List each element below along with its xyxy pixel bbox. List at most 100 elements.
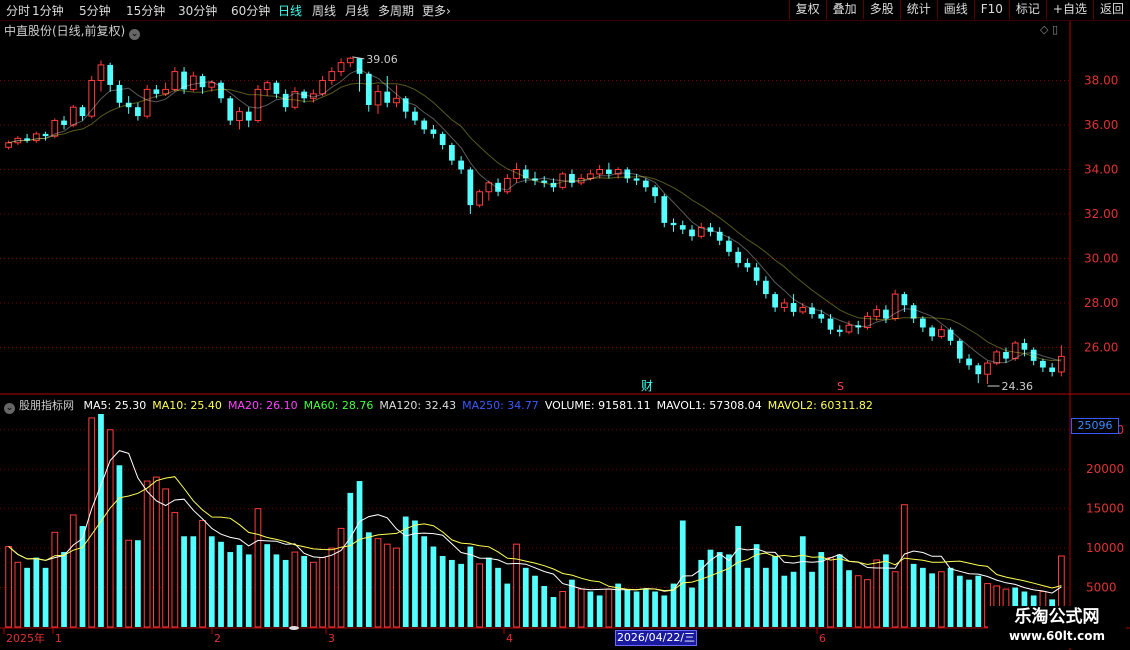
multi-stock-button[interactable]: 多股 xyxy=(862,0,900,19)
candle-body xyxy=(993,351,1001,364)
period-tab-30min[interactable]: 30分钟 xyxy=(178,2,217,19)
volume-bar xyxy=(467,546,474,627)
diamond-icon[interactable]: ◇ xyxy=(1040,23,1048,36)
volume-bar xyxy=(633,591,640,627)
dropdown-icon[interactable]: ⌄ xyxy=(129,29,141,40)
volume-bar xyxy=(809,571,815,627)
candle-body xyxy=(319,80,326,95)
volume-bar xyxy=(282,559,289,627)
more-label: 更多 xyxy=(422,4,447,18)
watermark: 乐淘公式网 www.60lt.com xyxy=(988,606,1126,648)
mark-button[interactable]: 标记 xyxy=(1008,0,1046,19)
candle-body xyxy=(171,71,179,90)
candle-body xyxy=(5,142,12,148)
candle-body xyxy=(208,82,216,88)
candle-body xyxy=(606,169,612,174)
volume-bar xyxy=(827,557,834,628)
stats-button[interactable]: 统计 xyxy=(899,0,937,19)
volume-bar xyxy=(393,547,400,628)
period-tab-1min[interactable]: 1分钟 xyxy=(32,2,64,19)
back-button[interactable]: 返回 xyxy=(1092,0,1130,19)
volume-bar xyxy=(33,557,40,627)
indicator-value-5: MA250: 34.77 xyxy=(462,399,539,412)
period-tab-weekly[interactable]: 周线 xyxy=(312,2,336,19)
period-tab-fenshi[interactable]: 分时 xyxy=(6,2,30,19)
candle-body xyxy=(799,306,807,313)
indicator-value-3: MA60: 28.76 xyxy=(303,399,374,412)
period-tab-more[interactable]: 更多› xyxy=(422,2,451,19)
candle-body xyxy=(670,222,677,226)
candle-body xyxy=(1030,349,1037,361)
candle-body xyxy=(596,169,604,175)
date-tick-label: 4 xyxy=(506,632,513,645)
draw-line-button[interactable]: 画线 xyxy=(936,0,974,19)
candle-body xyxy=(753,267,760,281)
candle-body xyxy=(458,160,464,170)
volume-bar xyxy=(698,559,705,627)
indicator-value-0: MA5: 25.30 xyxy=(83,399,147,412)
candle-body xyxy=(476,191,483,206)
indicator-items: MA5: 25.30 MA10: 25.40 MA20: 26.10 MA60: 28… xyxy=(84,399,879,412)
volume-bar xyxy=(264,544,271,627)
panel-toggle-icon[interactable]: ▯ xyxy=(1052,23,1058,36)
overlay-button[interactable]: 叠加 xyxy=(825,0,863,19)
candle-body xyxy=(1003,351,1009,359)
volume-tick-label: 5000 xyxy=(1086,581,1117,595)
volume-bar xyxy=(218,541,224,627)
volume-bar xyxy=(975,575,982,627)
period-tab-multi[interactable]: 多周期 xyxy=(378,2,414,19)
volume-bar xyxy=(532,575,538,627)
indicator-dropdown-icon[interactable]: ⌄ xyxy=(4,403,15,414)
volume-bar xyxy=(153,476,160,628)
period-tab-daily[interactable]: 日线 xyxy=(278,2,302,19)
indicator-value-6: VOLUME: 91581.11 xyxy=(544,399,651,412)
volume-bar xyxy=(421,536,428,627)
volume-bar xyxy=(596,595,603,627)
candle-body xyxy=(107,64,114,85)
candle-body xyxy=(467,169,474,206)
indicator-name[interactable]: 股朋指标网 xyxy=(19,399,74,412)
candle-body xyxy=(790,303,797,312)
volume-bar xyxy=(310,561,317,628)
volume-bar xyxy=(744,567,751,627)
candle-body xyxy=(587,173,594,179)
candle-body xyxy=(1040,360,1046,368)
volume-bar xyxy=(753,544,760,627)
corner-icons: ◇ ▯ xyxy=(1040,23,1058,36)
volume-bar xyxy=(319,557,326,628)
price-ma-line-MA10 xyxy=(8,82,1062,362)
period-tab-5min[interactable]: 5分钟 xyxy=(79,2,111,19)
price-tick-label: 26.00 xyxy=(1084,341,1118,355)
volume-bar xyxy=(772,556,778,627)
volume-bar xyxy=(577,588,585,628)
volume-bar xyxy=(439,556,446,627)
candle-body xyxy=(652,187,658,197)
fuquan-button[interactable]: 复权 xyxy=(788,0,826,19)
volume-tick-label: 15000 xyxy=(1086,502,1124,516)
volume-bar xyxy=(116,465,123,627)
candle-body xyxy=(763,280,769,295)
candle-body xyxy=(744,262,751,268)
volume-bar xyxy=(550,597,557,627)
add-watchlist-button[interactable]: +自选 xyxy=(1045,0,1093,19)
date-tick-label: 1 xyxy=(55,632,62,645)
period-tab-60min[interactable]: 60分钟 xyxy=(231,2,270,19)
candle-body xyxy=(365,73,372,105)
price-tick-label: 34.00 xyxy=(1084,163,1118,177)
period-tab-monthly[interactable]: 月线 xyxy=(345,2,369,19)
candle-body xyxy=(929,327,935,337)
volume-bar xyxy=(301,556,307,627)
kline-chart[interactable]: 38.00 36.00 34.00 32.00 30.00 28.00 26.00 2 5000… xyxy=(0,0,1130,650)
volume-bar xyxy=(254,508,262,628)
volume-bar xyxy=(42,567,49,627)
volume-bar xyxy=(642,589,649,627)
candle-body xyxy=(679,225,686,230)
candle-body xyxy=(412,111,418,121)
volume-bar xyxy=(143,480,151,628)
volume-bar xyxy=(69,514,77,628)
volume-bar xyxy=(495,567,501,627)
candle-body xyxy=(449,145,455,161)
f10-button[interactable]: F10 xyxy=(973,0,1009,19)
period-tab-15min[interactable]: 15分钟 xyxy=(126,2,165,19)
stock-title[interactable]: 中直股份(日线,前复权) ⌄ xyxy=(4,22,141,40)
